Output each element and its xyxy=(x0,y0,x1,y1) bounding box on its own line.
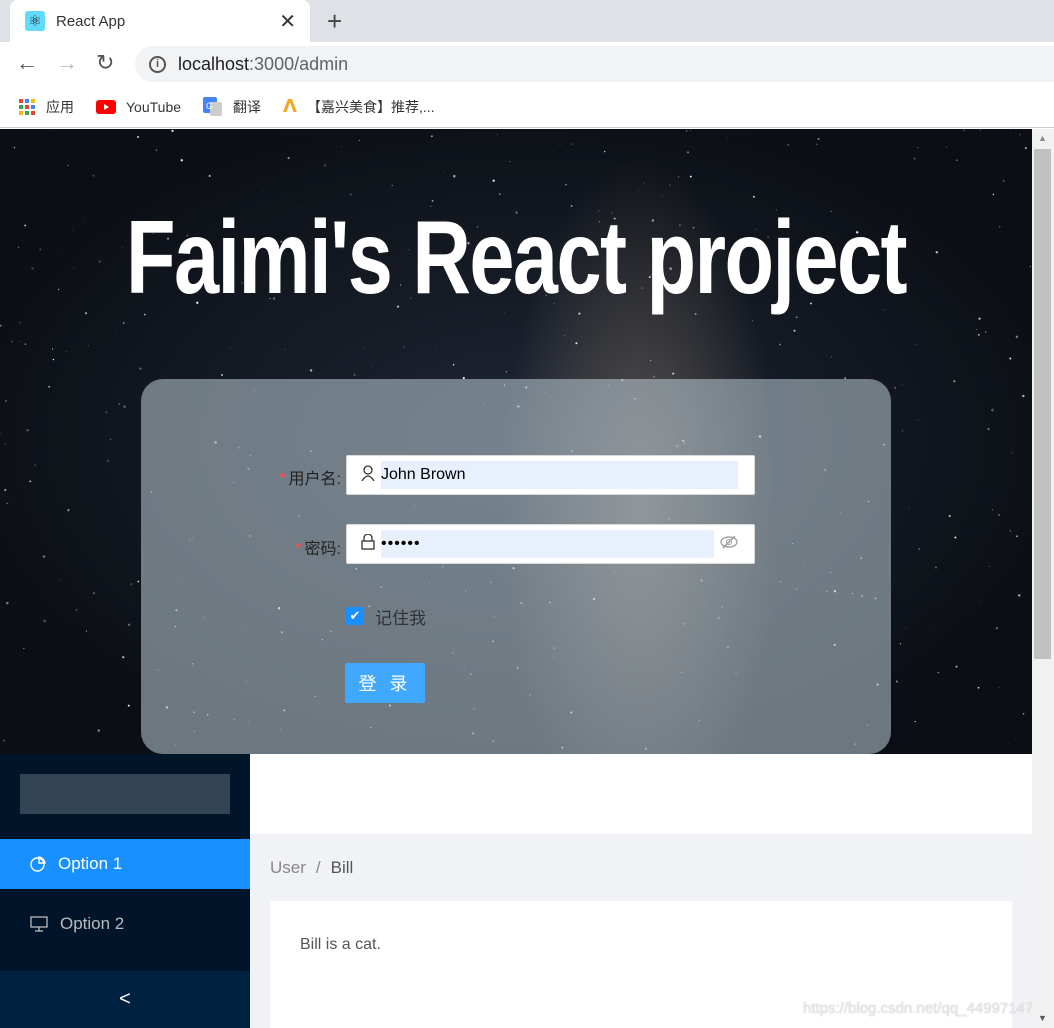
lock-icon xyxy=(361,532,375,555)
chevron-left-icon: < xyxy=(119,988,131,1010)
back-icon[interactable]: ← xyxy=(16,50,38,76)
bookmark-translate[interactable]: G 翻译 xyxy=(203,96,262,117)
address-bar[interactable]: i localhost:3000/admin xyxy=(135,46,1054,82)
pie-chart-icon xyxy=(30,856,46,872)
layout-header xyxy=(250,754,1032,834)
scroll-down-icon[interactable]: ▼ xyxy=(1038,1013,1047,1023)
sidebar: Option 1 Option 2 < xyxy=(0,754,250,1028)
login-button[interactable]: 登 录 xyxy=(345,663,425,703)
youtube-icon xyxy=(96,99,116,114)
sidebar-item-label: Option 1 xyxy=(58,854,123,873)
browser-tab[interactable]: ⚛ React App ✕ xyxy=(10,0,310,42)
username-label: * 用户名: xyxy=(279,471,341,488)
password-input[interactable]: •••••• xyxy=(346,524,755,564)
reload-icon[interactable]: ↻ xyxy=(96,50,114,76)
remember-label[interactable]: 记住我 xyxy=(375,604,426,629)
url-path: :3000/admin xyxy=(249,53,349,74)
sidebar-item-option-2[interactable]: Option 2 xyxy=(0,899,250,949)
close-tab-icon[interactable]: ✕ xyxy=(279,9,296,34)
password-label: * 密码: xyxy=(295,541,341,558)
tab-title: React App xyxy=(56,12,126,30)
google-translate-icon: G xyxy=(203,96,223,117)
forward-icon[interactable]: → xyxy=(56,50,78,76)
bookmarks-bar: 应用 YouTube G 翻译 ⴷ 【嘉兴美食】推荐,... xyxy=(0,86,1054,128)
navigation-bar: ← → ↻ i localhost:3000/admin xyxy=(0,42,1054,86)
sidebar-item-label: Option 2 xyxy=(60,914,125,933)
react-logo-icon: ⚛ xyxy=(25,11,45,31)
page-title: Faimi's React project xyxy=(125,200,908,316)
breadcrumb-separator: / xyxy=(315,858,321,877)
remember-checkbox[interactable]: ✔ xyxy=(346,607,364,625)
breadcrumb: User / Bill xyxy=(270,858,353,878)
new-tab-icon[interactable]: + xyxy=(327,6,342,37)
bookmark-label: 【嘉兴美食】推荐,... xyxy=(306,98,435,115)
breadcrumb-user[interactable]: User xyxy=(270,858,306,877)
bookmark-label: 应用 xyxy=(46,98,74,115)
breadcrumb-bill: Bill xyxy=(330,858,354,877)
page-viewport: Faimi's React project * 用户名: John Brown *… xyxy=(0,129,1032,1028)
bookmark-label: 翻译 xyxy=(233,98,262,115)
collapse-trigger[interactable]: < xyxy=(0,971,250,1028)
content-text: Bill is a cat. xyxy=(300,936,381,953)
tab-bar: ⚛ React App ✕ + xyxy=(0,0,1054,42)
watermark: https://blog.csdn.net/qq_44997147 xyxy=(803,1000,1034,1017)
username-input[interactable]: John Brown xyxy=(346,455,755,495)
logo-placeholder xyxy=(20,774,230,814)
scrollbar[interactable]: ▲ ▼ xyxy=(1032,129,1054,1028)
info-icon[interactable]: i xyxy=(149,55,166,73)
scroll-up-icon[interactable]: ▲ xyxy=(1038,133,1047,143)
hero-background: Faimi's React project * 用户名: John Brown *… xyxy=(0,129,1032,754)
bookmark-youtube[interactable]: YouTube xyxy=(96,99,181,115)
dianping-icon: ⴷ xyxy=(283,96,297,116)
sidebar-item-option-1[interactable]: Option 1 xyxy=(0,839,250,889)
user-icon xyxy=(361,464,375,486)
username-value: John Brown xyxy=(381,461,738,489)
bookmark-apps[interactable]: 应用 xyxy=(18,97,74,117)
bookmark-label: YouTube xyxy=(126,98,182,115)
layout-content: User / Bill Bill is a cat. xyxy=(250,834,1032,1028)
url-host: localhost xyxy=(178,53,250,74)
password-value: •••••• xyxy=(381,530,714,558)
login-form: * 用户名: John Brown * 密码: •••••• ✔ 记住我 登 录 xyxy=(141,379,891,754)
svg-text:G: G xyxy=(206,101,213,111)
apps-grid-icon xyxy=(18,98,36,116)
eye-invisible-icon[interactable] xyxy=(720,535,738,554)
bookmark-dianping[interactable]: ⴷ 【嘉兴美食】推荐,... xyxy=(283,96,435,117)
desktop-icon xyxy=(30,916,48,932)
scrollbar-thumb[interactable] xyxy=(1034,149,1051,659)
